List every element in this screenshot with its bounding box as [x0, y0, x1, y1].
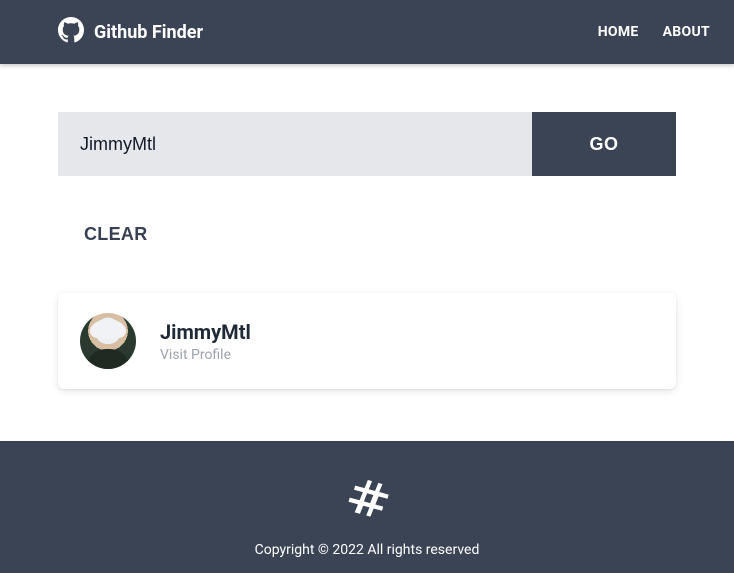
hashtag-icon	[341, 474, 393, 530]
footer-copyright: Copyright © 2022 All rights reserved	[255, 542, 480, 558]
visit-profile-link[interactable]: Visit Profile	[160, 347, 251, 363]
go-button[interactable]: GO	[532, 112, 676, 176]
user-card: JimmyMtl Visit Profile	[58, 293, 676, 389]
nav-home[interactable]: HOME	[598, 24, 639, 40]
main-content: GO CLEAR JimmyMtl Visit Profile	[0, 64, 734, 441]
user-username: JimmyMtl	[160, 319, 251, 345]
nav-links: HOME ABOUT	[598, 24, 710, 40]
search-input[interactable]	[58, 112, 532, 176]
clear-button[interactable]: CLEAR	[84, 224, 148, 245]
github-icon	[58, 17, 84, 47]
user-card-text: JimmyMtl Visit Profile	[160, 319, 251, 363]
brand[interactable]: Github Finder	[58, 17, 203, 47]
footer: Copyright © 2022 All rights reserved	[0, 441, 734, 573]
avatar	[80, 313, 136, 369]
navbar: Github Finder HOME ABOUT	[0, 0, 734, 64]
brand-title: Github Finder	[94, 22, 203, 43]
search-form: GO	[58, 112, 676, 176]
nav-about[interactable]: ABOUT	[663, 24, 710, 40]
